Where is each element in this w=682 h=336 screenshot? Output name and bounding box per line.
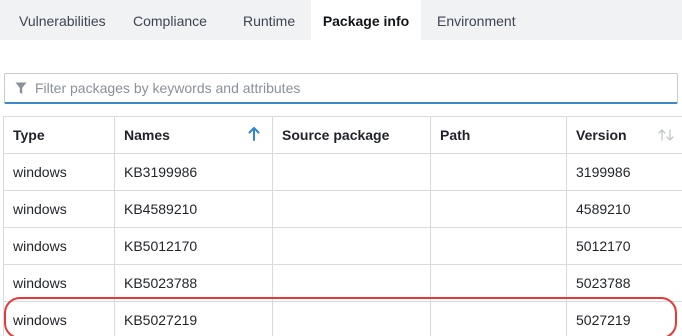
cell-name: KB5027219 [114, 301, 273, 336]
tab-label: Compliance [133, 12, 207, 29]
filter-input[interactable] [35, 80, 635, 96]
table-row[interactable]: windows KB4589210 4589210 [3, 190, 682, 228]
package-filter[interactable] [4, 73, 678, 104]
cell-type: windows [3, 301, 115, 336]
tab-label: Environment [437, 12, 516, 29]
table-row[interactable]: windows KB5023788 5023788 [3, 264, 682, 302]
tab-label: Vulnerabilities [19, 12, 106, 29]
cell-source-package [272, 190, 431, 228]
column-header-path[interactable]: Path [430, 116, 567, 154]
cell-source-package [272, 227, 431, 265]
cell-name: KB5012170 [114, 227, 273, 265]
column-label: Source package [282, 127, 390, 143]
cell-name: KB4589210 [114, 190, 273, 228]
cell-version: 5023788 [566, 264, 682, 302]
column-label: Names [124, 127, 170, 143]
column-header-source-package[interactable]: Source package [272, 116, 431, 154]
cell-version: 4589210 [566, 190, 682, 228]
filter-icon [14, 81, 28, 95]
column-label: Type [13, 127, 45, 143]
column-label: Version [576, 127, 627, 143]
column-header-version[interactable]: Version [566, 116, 682, 154]
cell-name: KB3199986 [114, 153, 273, 191]
cell-source-package [272, 264, 431, 302]
cell-path [430, 301, 567, 336]
cell-version: 3199986 [566, 153, 682, 191]
table-header-row: Type Names Source package Path Version [3, 116, 682, 154]
cell-path [430, 153, 567, 191]
packages-table: Type Names Source package Path Version w… [3, 116, 682, 336]
cell-source-package [272, 301, 431, 336]
tab-label: Runtime [243, 12, 296, 29]
sort-icon[interactable] [657, 128, 675, 144]
sort-ascending-icon[interactable] [248, 127, 260, 144]
tab-vulnerabilities[interactable]: Vulnerabilities [0, 0, 122, 40]
cell-name: KB5023788 [114, 264, 273, 302]
cell-type: windows [3, 264, 115, 302]
cell-version: 5012170 [566, 227, 682, 265]
column-header-names[interactable]: Names [114, 116, 273, 154]
cell-source-package [272, 153, 431, 191]
cell-type: windows [3, 153, 115, 191]
tab-package-info[interactable]: Package info [311, 0, 421, 40]
tab-label: Package info [322, 12, 410, 29]
cell-type: windows [3, 190, 115, 228]
table-row[interactable]: windows KB3199986 3199986 [3, 153, 682, 191]
cell-type: windows [3, 227, 115, 265]
tab-runtime[interactable]: Runtime [228, 0, 311, 40]
cell-path [430, 190, 567, 228]
cell-version: 5027219 [566, 301, 682, 336]
tab-compliance[interactable]: Compliance [122, 0, 228, 40]
cell-path [430, 264, 567, 302]
tab-bar: Vulnerabilities Compliance Runtime Packa… [0, 0, 682, 40]
cell-path [430, 227, 567, 265]
table-row-highlighted[interactable]: windows KB5027219 5027219 [3, 301, 682, 336]
table-row[interactable]: windows KB5012170 5012170 [3, 227, 682, 265]
column-label: Path [440, 127, 471, 143]
column-header-type[interactable]: Type [3, 116, 115, 154]
tab-environment[interactable]: Environment [421, 0, 682, 40]
